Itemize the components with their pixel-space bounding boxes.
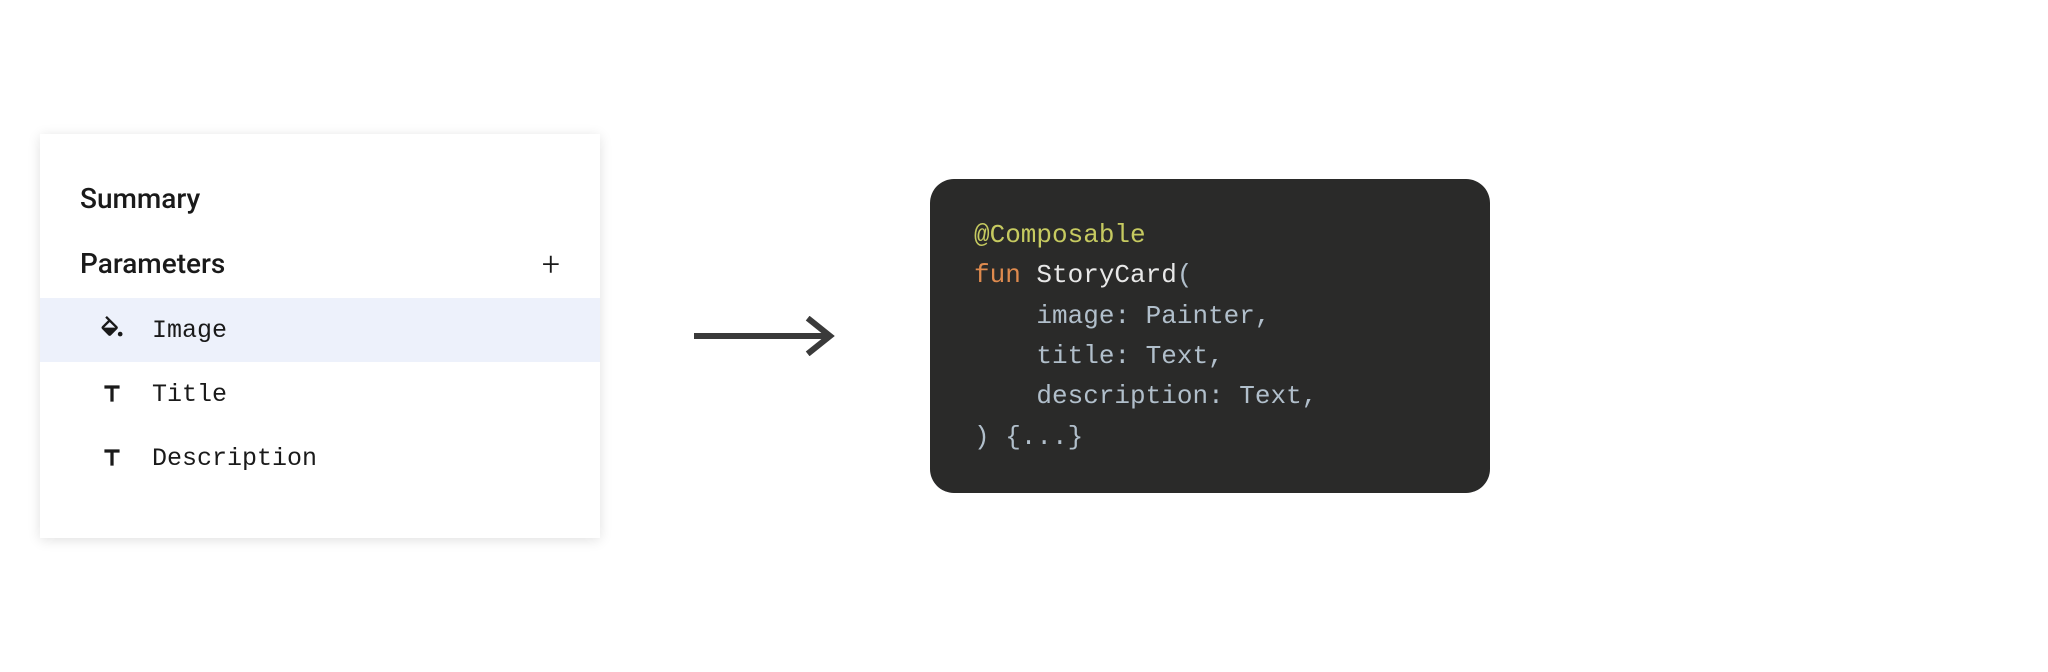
parameters-section-title[interactable]: Parameters	[80, 247, 225, 280]
code-open-paren: (	[1177, 260, 1193, 290]
parameter-row-description[interactable]: Description	[40, 426, 600, 490]
arrow-right-icon	[690, 316, 840, 356]
add-parameter-icon[interactable]: +	[542, 248, 560, 280]
code-param-type: Text	[1239, 381, 1301, 411]
text-icon	[96, 378, 128, 410]
parameter-label: Image	[152, 316, 227, 345]
parameters-header: Parameters +	[40, 227, 600, 298]
parameter-label: Description	[152, 444, 317, 473]
code-param-name: image	[1036, 301, 1114, 331]
summary-section-title[interactable]: Summary	[40, 170, 600, 227]
code-close: ) {...}	[974, 422, 1083, 452]
properties-panel: Summary Parameters + Image Title Descrip…	[40, 134, 600, 538]
parameter-label: Title	[152, 380, 227, 409]
code-param-type: Text	[1146, 341, 1208, 371]
parameter-row-image[interactable]: Image	[40, 298, 600, 362]
paint-fill-icon	[96, 314, 128, 346]
code-param-type: Painter	[1146, 301, 1255, 331]
text-icon	[96, 442, 128, 474]
parameter-row-title[interactable]: Title	[40, 362, 600, 426]
code-param-name: description	[1036, 381, 1208, 411]
code-param-name: title	[1036, 341, 1114, 371]
code-preview: @Composable fun StoryCard( image: Painte…	[930, 179, 1490, 493]
code-keyword: fun	[974, 260, 1021, 290]
code-function-name: StoryCard	[1036, 260, 1176, 290]
code-annotation: @Composable	[974, 220, 1146, 250]
